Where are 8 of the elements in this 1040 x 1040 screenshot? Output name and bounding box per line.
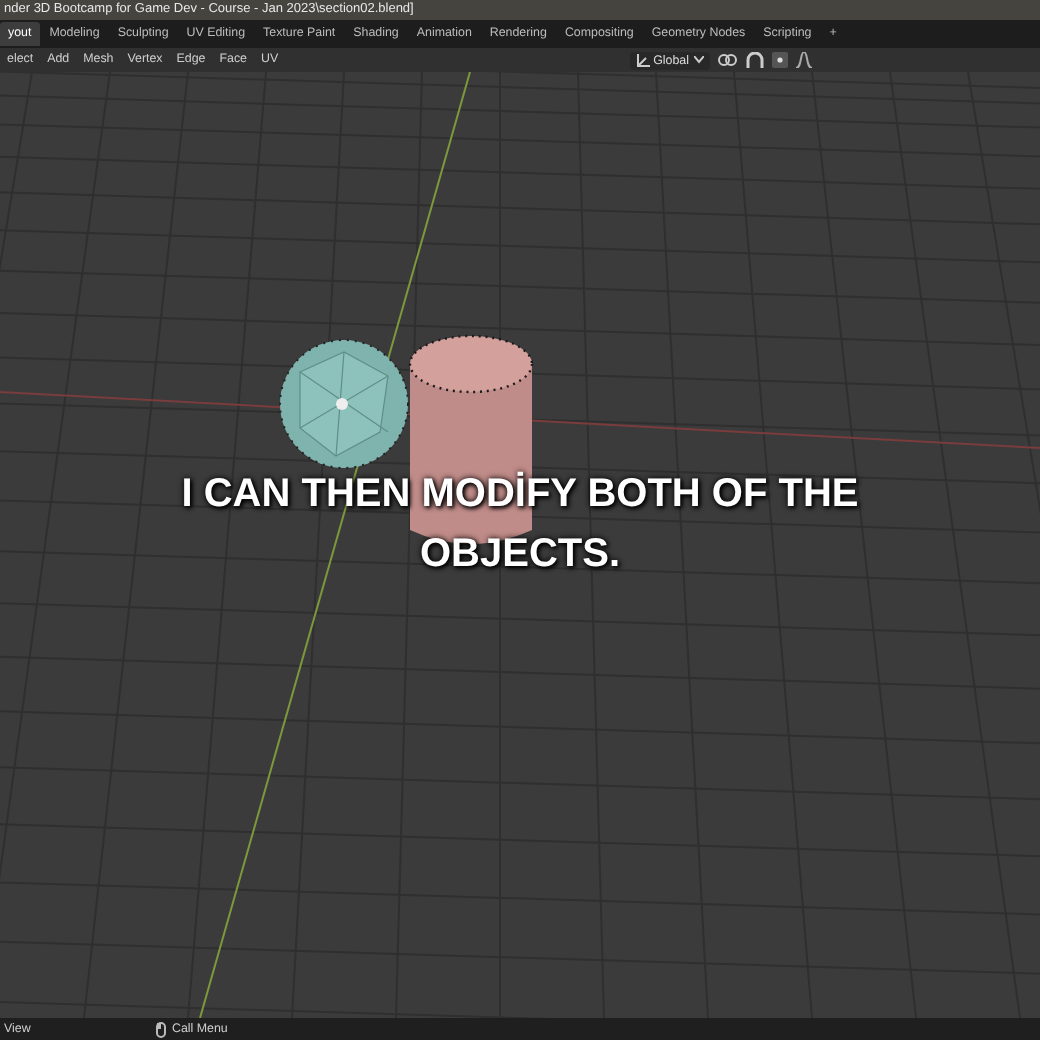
sphere-drawing[interactable]	[279, 339, 409, 469]
link-icon[interactable]	[717, 52, 737, 68]
falloff-curve-icon[interactable]	[795, 52, 811, 68]
caret-icon	[693, 56, 703, 64]
axes-icon	[635, 53, 650, 67]
magnet-icon[interactable]	[745, 52, 763, 68]
dot-toggle-icon[interactable]	[771, 52, 787, 68]
mouse-icon	[156, 1021, 166, 1037]
